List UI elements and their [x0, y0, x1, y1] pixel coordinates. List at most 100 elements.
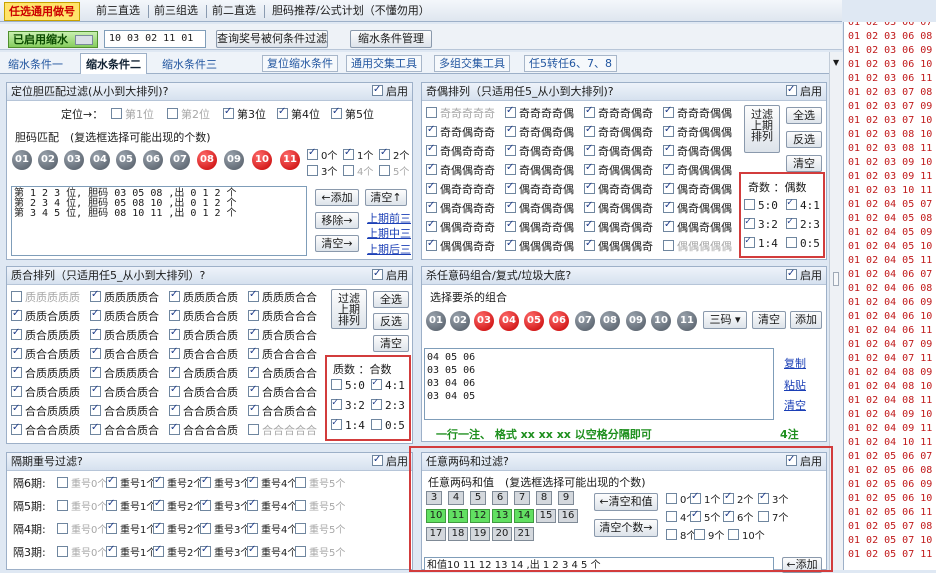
prime-composite-option[interactable]: 质质合合合: [248, 308, 317, 324]
prime-composite-option[interactable]: 质合质合质: [169, 327, 238, 343]
tab-front3-direct[interactable]: 前三直选: [92, 2, 144, 21]
clear-right-button[interactable]: 清空→: [315, 235, 359, 252]
list-item[interactable]: 01 02 04 06 10: [848, 312, 932, 322]
odd-even-option[interactable]: 偶奇奇偶偶: [663, 181, 732, 197]
odd-even-option[interactable]: 奇奇偶奇偶: [505, 124, 574, 140]
odd-even-option[interactable]: 偶偶奇偶偶: [663, 219, 732, 235]
filter-last-button[interactable]: 过滤 上期 排列: [331, 289, 367, 329]
position-rules-textarea[interactable]: 第 1 2 3 位, 胆码 03 05 08 ,出 0 1 2 个 第 2 3 …: [11, 186, 307, 256]
repeat-option[interactable]: 重号5个: [295, 521, 345, 536]
query-filter-button[interactable]: 查询奖号被何条件过滤: [216, 30, 328, 48]
prime-composite-option[interactable]: 质质合质质: [11, 308, 80, 324]
repeat-option[interactable]: 重号4个: [247, 521, 297, 536]
prime-composite-option[interactable]: 质合合质合: [90, 346, 159, 362]
prime-composite-option[interactable]: 合质合质质: [11, 384, 80, 400]
ball-09[interactable]: 09: [626, 311, 646, 331]
odd-even-option[interactable]: 奇偶偶偶奇: [584, 162, 653, 178]
tab-condition-1[interactable]: 缩水条件一: [8, 56, 63, 72]
tab-recommend[interactable]: 胆码推荐/公式计划（不懂勿用）: [268, 2, 434, 21]
prev-front3-link[interactable]: 上期前三: [367, 210, 411, 226]
winning-number-input[interactable]: 10 03 02 11 01: [104, 30, 206, 48]
list-item[interactable]: 01 02 04 09 11: [848, 424, 932, 434]
odd-even-option[interactable]: 偶奇偶偶奇: [584, 200, 653, 216]
repeat-option[interactable]: 重号0个: [57, 475, 107, 490]
list-item[interactable]: 01 02 05 06 08: [848, 466, 932, 476]
clear-button[interactable]: 清空: [786, 155, 822, 172]
repeat-option[interactable]: 重号1个: [106, 521, 156, 536]
repeat-option[interactable]: 重号4个: [247, 544, 297, 559]
odd-even-option[interactable]: 奇奇奇奇奇: [426, 105, 495, 121]
manage-conditions-button[interactable]: 缩水条件管理: [350, 30, 432, 48]
ball-07[interactable]: 07: [575, 311, 595, 331]
prime-composite-option[interactable]: 合合合质合: [90, 422, 159, 438]
odd-even-option[interactable]: 奇偶奇偶偶: [663, 143, 732, 159]
list-item[interactable]: 01 02 05 07 11: [848, 550, 932, 560]
prime-composite-option[interactable]: 质合合合质: [169, 346, 238, 362]
prime-composite-option[interactable]: 质质质质质: [11, 289, 80, 305]
repeat-option[interactable]: 重号1个: [106, 544, 156, 559]
list-item[interactable]: 01 02 04 07 11: [848, 354, 932, 364]
repeat-option[interactable]: 重号5个: [295, 498, 345, 513]
prime-composite-option[interactable]: 质质质质合: [90, 289, 159, 305]
convert-link[interactable]: 任5转任6、7、8: [524, 55, 617, 72]
prev-back3-link[interactable]: 上期后三: [367, 241, 411, 257]
odd-even-option[interactable]: 偶奇奇奇奇: [426, 181, 495, 197]
odd-even-option[interactable]: 奇偶奇奇偶: [505, 143, 574, 159]
clear-button[interactable]: 清空: [373, 335, 409, 352]
intersection-tool-link[interactable]: 通用交集工具: [346, 55, 422, 72]
ball-09[interactable]: 09: [224, 150, 244, 170]
multi-intersection-link[interactable]: 多组交集工具: [434, 55, 510, 72]
prime-composite-option[interactable]: 合合质质质: [11, 403, 80, 419]
odd-even-option[interactable]: 偶偶偶偶偶: [663, 238, 732, 254]
ball-04[interactable]: 04: [499, 311, 519, 331]
odd-even-option[interactable]: 奇奇偶偶偶: [663, 124, 732, 140]
list-item[interactable]: 01 02 03 06 07: [848, 22, 932, 28]
repeat-option[interactable]: 重号3个: [200, 521, 250, 536]
list-item[interactable]: 01 02 04 10 11: [848, 438, 932, 448]
list-item[interactable]: 01 02 03 10 11: [848, 186, 932, 196]
invert-button[interactable]: 反选: [373, 313, 409, 330]
odd-even-option[interactable]: 奇偶偶奇偶: [505, 162, 574, 178]
list-item[interactable]: 01 02 04 08 10: [848, 382, 932, 392]
repeat-option[interactable]: 重号2个: [153, 498, 203, 513]
ball-10[interactable]: 10: [651, 311, 671, 331]
pos-5-checkbox[interactable]: 第5位: [331, 106, 374, 122]
list-item[interactable]: 01 02 03 08 11: [848, 144, 932, 154]
enable-checkbox[interactable]: 启用: [372, 267, 408, 282]
prime-composite-option[interactable]: 质合质合合: [248, 327, 317, 343]
odd-even-option[interactable]: 偶奇奇奇偶: [505, 181, 574, 197]
count-1-checkbox[interactable]: 1个: [343, 147, 373, 162]
list-item[interactable]: 01 02 04 06 09: [848, 298, 932, 308]
prime-composite-option[interactable]: 合合质合质: [169, 403, 238, 419]
prime-composite-option[interactable]: 合质质质合: [90, 365, 159, 381]
count-4-checkbox[interactable]: 4个: [343, 163, 373, 178]
list-item[interactable]: 01 02 04 08 11: [848, 396, 932, 406]
ball-06[interactable]: 06: [143, 150, 163, 170]
list-item[interactable]: 01 02 04 05 09: [848, 228, 932, 238]
list-item[interactable]: 01 02 03 07 08: [848, 88, 932, 98]
select-all-button[interactable]: 全选: [373, 291, 409, 308]
prime-composite-option[interactable]: 合合合合合: [248, 422, 317, 438]
tab-condition-2[interactable]: 缩水条件二: [80, 53, 147, 74]
odd-even-option[interactable]: 偶偶偶偶奇: [584, 238, 653, 254]
ball-08[interactable]: 08: [600, 311, 620, 331]
ball-04[interactable]: 04: [90, 150, 110, 170]
repeat-option[interactable]: 重号0个: [57, 498, 107, 513]
prime-composite-option[interactable]: 质质质合合: [248, 289, 317, 305]
ball-07[interactable]: 07: [170, 150, 190, 170]
odd-even-option[interactable]: 奇偶奇偶奇: [584, 143, 653, 159]
repeat-option[interactable]: 重号3个: [200, 498, 250, 513]
ball-11[interactable]: 11: [677, 311, 697, 331]
list-item[interactable]: 01 02 03 06 08: [848, 32, 932, 42]
list-item[interactable]: 01 02 03 06 10: [848, 60, 932, 70]
ball-03[interactable]: 03: [474, 311, 494, 331]
list-item[interactable]: 01 02 03 07 09: [848, 102, 932, 112]
odd-even-option[interactable]: 奇奇奇奇偶: [505, 105, 574, 121]
prime-composite-option[interactable]: 合合合质质: [11, 422, 80, 438]
repeat-option[interactable]: 重号2个: [153, 544, 203, 559]
ball-05[interactable]: 05: [524, 311, 544, 331]
list-item[interactable]: 01 02 05 07 08: [848, 522, 932, 532]
result-list[interactable]: 01 02 03 06 07 01 02 03 06 08 01 02 03 06 …: [843, 22, 936, 570]
list-item[interactable]: 01 02 04 06 11: [848, 326, 932, 336]
odd-even-option[interactable]: 偶偶偶奇奇: [426, 238, 495, 254]
